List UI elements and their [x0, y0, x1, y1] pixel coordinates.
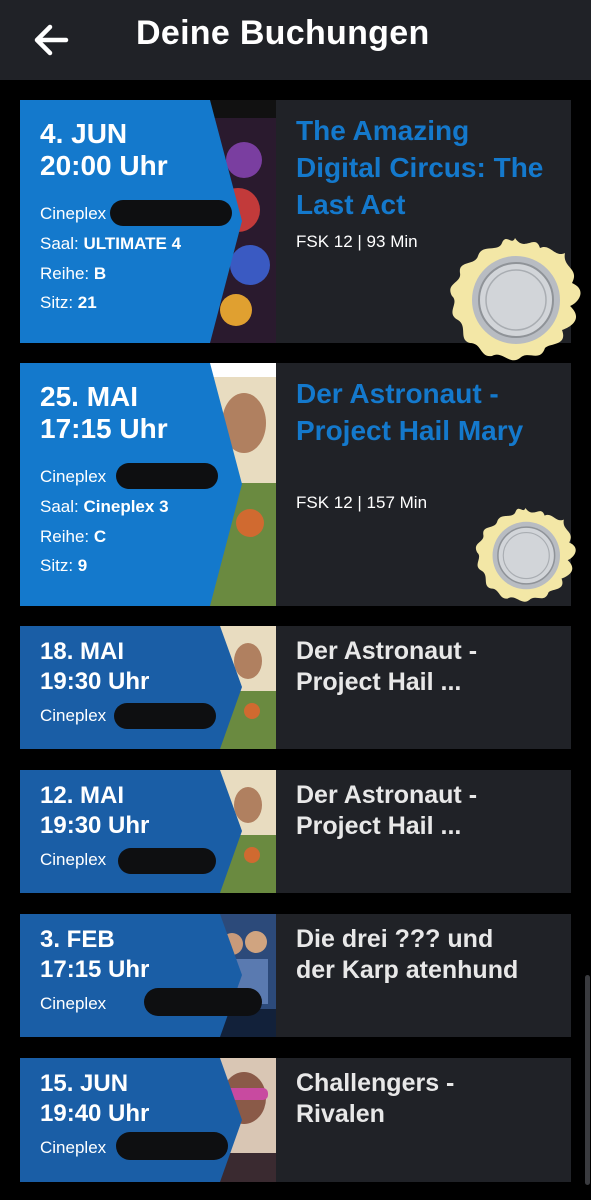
booking-time: 17:15 Uhr — [40, 413, 168, 444]
cinema-name: Cineplex — [40, 204, 107, 223]
redaction-mark — [114, 703, 216, 729]
coin-splash-sticker — [475, 508, 576, 602]
reihe-line: Reihe: C — [40, 527, 107, 546]
movie-details: Der Astronaut - Project Hail ... — [276, 626, 571, 749]
booking-date: 25. MAI — [40, 381, 139, 412]
movie-info: FSK 12 | 157 Min — [296, 493, 428, 512]
booking-time: 20:00 Uhr — [40, 150, 168, 181]
reihe-line: Reihe: B — [40, 264, 107, 283]
booking-info-panel: 25. MAI 17:15 Uhr Cineplex Saal: Cineple… — [20, 363, 242, 606]
booking-card[interactable]: 3. FEB 17:15 Uhr Cineplex Die drei ??? u… — [20, 914, 571, 1037]
movie-title: Der Astronaut - Project Hail Mary — [296, 378, 524, 446]
booking-date: 15. JUN — [40, 1070, 129, 1097]
cinema-name: Cineplex — [40, 1138, 107, 1157]
booking-card[interactable]: 12. MAI 19:30 Uhr Cineplex Der Astronaut… — [20, 770, 571, 893]
movie-title: Die drei ??? und der Karp atenhund — [296, 925, 519, 984]
movie-title: Challengers - Rivalen — [296, 1069, 455, 1128]
cinema-name: Cineplex — [40, 994, 107, 1013]
booking-date: 12. MAI — [40, 782, 125, 809]
cinema-name: Cineplex — [40, 850, 107, 869]
arrow-left-icon — [34, 24, 69, 56]
saal-line: Saal: Cineplex 3 — [40, 497, 169, 516]
redaction-mark — [110, 200, 232, 226]
booking-date: 4. JUN — [40, 118, 128, 149]
movie-title: Der Astronaut - Project Hail ... — [296, 781, 478, 840]
booking-time: 19:40 Uhr — [40, 1100, 150, 1127]
booking-card[interactable]: 15. JUN 19:40 Uhr Cineplex Challengers -… — [20, 1058, 571, 1182]
coin-splash-sticker — [450, 238, 581, 361]
redaction-mark — [144, 988, 262, 1016]
sitz-line: Sitz: 21 — [40, 293, 97, 312]
app-header: Deine Buchungen — [0, 0, 591, 80]
booking-info-panel: 18. MAI 19:30 Uhr Cineplex — [20, 626, 242, 749]
booking-time: 19:30 Uhr — [40, 668, 150, 695]
booking-info-panel: 15. JUN 19:40 Uhr Cineplex — [20, 1058, 242, 1182]
redaction-mark — [116, 1132, 228, 1160]
movie-details: Challengers - Rivalen — [276, 1058, 571, 1182]
cinema-name: Cineplex — [40, 706, 107, 725]
booking-time: 17:15 Uhr — [40, 956, 150, 983]
redaction-mark — [116, 463, 218, 489]
movie-details: Der Astronaut - Project Hail ... — [276, 770, 571, 893]
booking-date: 3. FEB — [40, 926, 115, 953]
movie-details: Die drei ??? und der Karp atenhund — [276, 914, 571, 1037]
page-title: Deine Buchungen — [136, 14, 430, 52]
booking-info-panel: 3. FEB 17:15 Uhr Cineplex — [20, 914, 262, 1037]
booking-info-panel: 4. JUN 20:00 Uhr Cineplex Saal: ULTIMATE… — [20, 100, 242, 343]
cinema-name: Cineplex — [40, 467, 107, 486]
movie-title: Der Astronaut - Project Hail ... — [296, 637, 478, 696]
back-button[interactable] — [30, 18, 74, 62]
booking-date: 18. MAI — [40, 638, 125, 665]
scrollbar[interactable] — [585, 975, 590, 1185]
movie-title: The Amazing Digital Circus: The Last Act — [296, 115, 544, 220]
saal-line: Saal: ULTIMATE 4 — [40, 234, 182, 253]
redaction-mark — [118, 848, 216, 874]
booking-time: 19:30 Uhr — [40, 812, 150, 839]
booking-info-panel: 12. MAI 19:30 Uhr Cineplex — [20, 770, 242, 893]
sitz-line: Sitz: 9 — [40, 556, 88, 575]
movie-info: FSK 12 | 93 Min — [296, 232, 418, 251]
booking-card[interactable]: 18. MAI 19:30 Uhr Cineplex Der Astronaut… — [20, 626, 571, 749]
